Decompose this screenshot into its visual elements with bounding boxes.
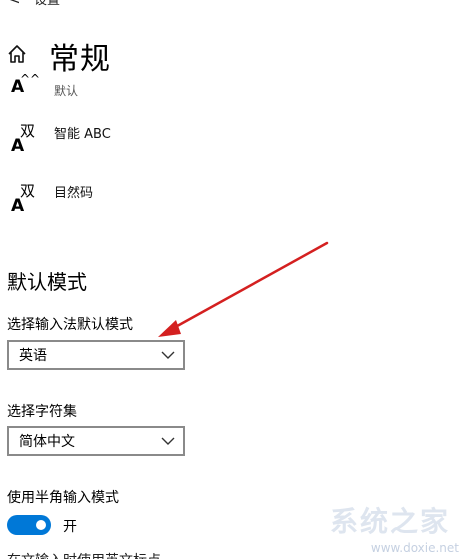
dropdown-value: 简体中文 <box>19 434 75 450</box>
ime-item-ziranma[interactable]: A 双 目然码 <box>0 176 300 220</box>
ime-chinese-icon: A 双 <box>11 182 36 216</box>
breadcrumb-title: 设置 <box>34 0 61 8</box>
halfwidth-toggle[interactable] <box>7 515 51 535</box>
dropdown-value: 英语 <box>19 348 47 364</box>
toggle-knob <box>36 520 46 530</box>
watermark-logo: 系统之家 <box>330 505 451 538</box>
ime-item-label: 智能 ABC <box>54 127 111 142</box>
watermark-url: www.doxie.net <box>370 541 459 555</box>
ime-default-mode-label: 选择输入法默认模式 <box>7 317 133 333</box>
chevron-down-icon <box>161 437 175 445</box>
section-heading-default-mode: 默认模式 <box>7 270 87 294</box>
halfwidth-mode-label: 使用半角输入模式 <box>7 490 119 506</box>
ime-item-label: 默认 <box>54 84 79 98</box>
back-button[interactable]: < <box>0 0 28 8</box>
charset-label: 选择字符集 <box>7 404 77 420</box>
ime-default-mode-dropdown[interactable]: 英语 <box>7 340 185 370</box>
next-setting-label: 在文输入时使用英文标点 <box>7 550 161 559</box>
settings-page: < 设置 常规 A ^^ 默认 A 双 智能 ABC A 双 目然码 默认模式 … <box>0 0 465 559</box>
chevron-down-icon <box>161 351 175 359</box>
ime-keyboard-icon: A ^^ <box>11 72 41 97</box>
ime-item-label: 目然码 <box>54 186 94 201</box>
toggle-state-label: 开 <box>63 519 77 535</box>
ime-item-default[interactable]: A ^^ 默认 <box>0 72 300 106</box>
top-header: < 设置 <box>0 0 60 8</box>
ime-item-smart-abc[interactable]: A 双 智能 ABC <box>0 118 300 162</box>
ime-chinese-icon: A 双 <box>11 122 36 156</box>
home-icon <box>8 45 26 63</box>
charset-dropdown[interactable]: 简体中文 <box>7 426 185 456</box>
